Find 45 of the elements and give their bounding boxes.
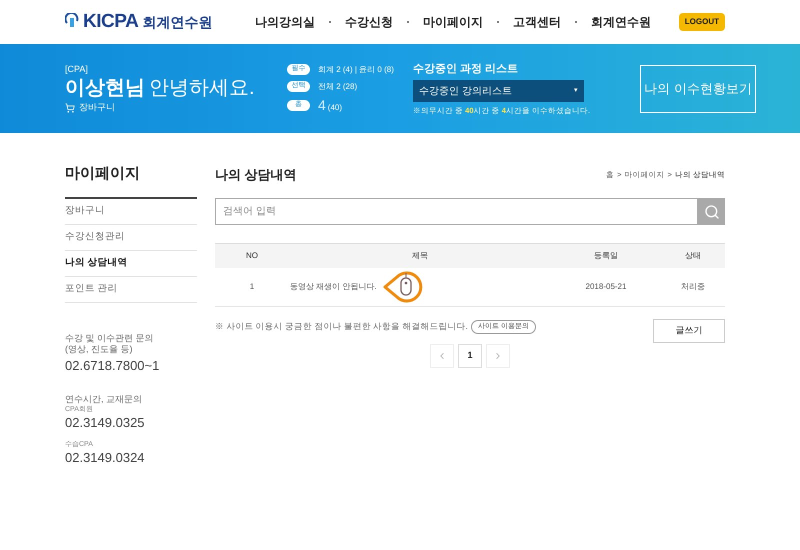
- write-button[interactable]: 글쓰기: [653, 318, 725, 342]
- contact-number: 02.3149.0325: [65, 415, 146, 432]
- sidebar-item[interactable]: 포인트 관리: [65, 276, 197, 302]
- member-tag: [CPA]: [65, 62, 287, 76]
- logo-brand: KICPA: [83, 10, 138, 34]
- contact-label: 연수시간, 교재문의: [65, 394, 144, 405]
- nav-link[interactable]: 수강신청: [344, 13, 393, 31]
- previous-page-button[interactable]: [430, 344, 454, 368]
- column-header: 제목: [289, 244, 551, 268]
- table-cell: 2018-05-21: [551, 268, 661, 306]
- sidebar-item[interactable]: 장바구니: [65, 198, 197, 224]
- greeting-text: 안녕하세요.: [149, 76, 255, 101]
- inquiry-title-link[interactable]: 동영상 재생이 안됩니다.: [290, 280, 377, 292]
- sidebar-item[interactable]: 수강신청관리: [65, 224, 197, 250]
- logout-button[interactable]: LOGOUT: [678, 13, 725, 31]
- cart-icon: [65, 102, 75, 113]
- nav-link[interactable]: 고객센터: [512, 13, 561, 31]
- stat-total: 4: [318, 98, 326, 112]
- nav-link[interactable]: 회계연수원: [590, 13, 651, 31]
- sidebar-title: 마이페이지: [65, 163, 197, 198]
- contact-number: 02.3149.0324: [65, 450, 146, 466]
- next-page-button[interactable]: [486, 344, 510, 368]
- cart-link[interactable]: 장바구니: [79, 101, 115, 114]
- contact-label: 수강 및 이수관련 문의 (영상, 진도율 등): [65, 332, 155, 354]
- stat-text: 회계 2 (4) | 윤리 0 (8): [318, 64, 394, 76]
- notice-text: ※ 사이트 이용시 궁금한 점이나 불편한 사항을 해결해드립니다.: [215, 320, 468, 334]
- table-cell: 1: [215, 268, 289, 306]
- page-title: 나의 상담내역: [215, 166, 297, 184]
- nav-link[interactable]: 마이페이지: [422, 13, 483, 31]
- sidebar-item[interactable]: 나의 상담내역: [65, 250, 197, 276]
- stat-sub: (40): [328, 102, 342, 114]
- logo-name: 회계연수원: [142, 12, 212, 32]
- search-field[interactable]: 검색어 입력: [215, 198, 698, 225]
- contact-number: 02.6718.7800~1: [65, 358, 160, 374]
- column-header: 등록일: [551, 244, 661, 268]
- table-cell: 처리중: [661, 268, 725, 306]
- column-header: NO: [215, 244, 289, 268]
- search-button[interactable]: [698, 198, 725, 225]
- nav-link[interactable]: 나의강의실: [254, 13, 315, 31]
- search-icon: [704, 204, 720, 220]
- stat-text: 전체 2 (28): [318, 80, 358, 92]
- course-list-title: 수강중인 과정 리스트: [413, 62, 520, 77]
- page-button[interactable]: 1: [458, 344, 482, 368]
- user-name: 이상현님: [65, 76, 145, 101]
- column-header: 상태: [661, 244, 725, 268]
